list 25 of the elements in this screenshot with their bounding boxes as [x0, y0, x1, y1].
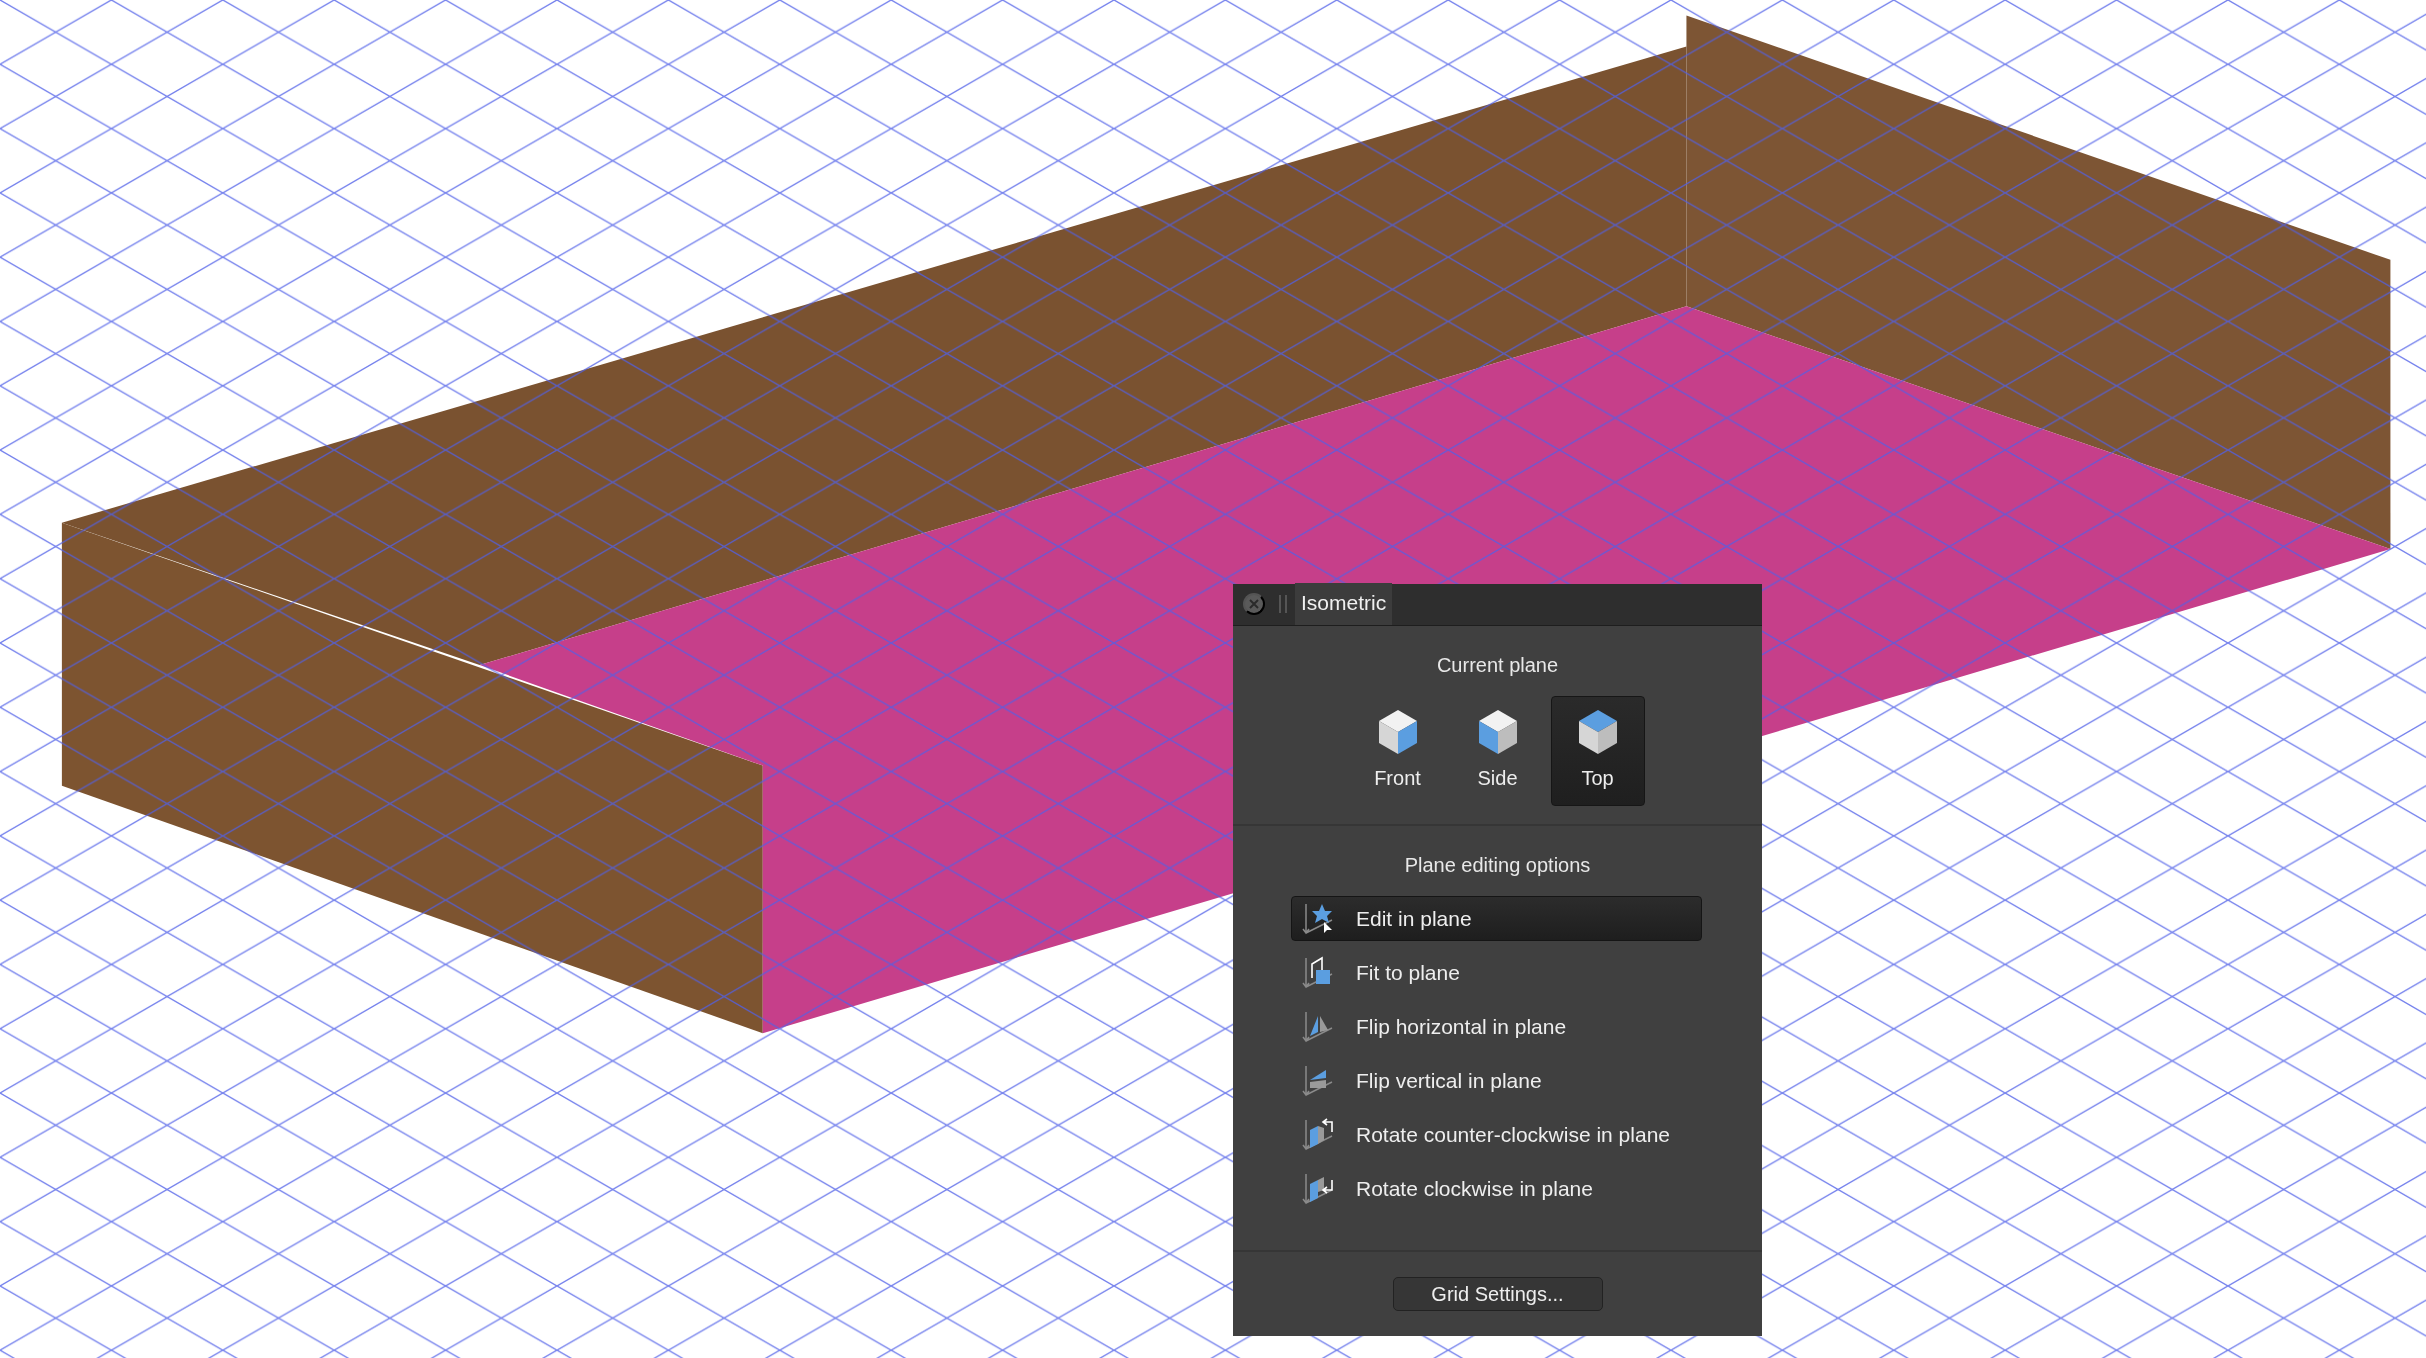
plane-option[interactable]: Rotate clockwise in plane — [1291, 1166, 1702, 1211]
flip-triangles-icon — [1302, 1063, 1334, 1098]
fit-square-icon — [1302, 955, 1334, 990]
star-cursor-icon — [1302, 901, 1334, 936]
plane-button[interactable]: Top — [1550, 696, 1645, 806]
close-icon — [1248, 598, 1260, 610]
plane-button[interactable]: Side — [1450, 696, 1545, 806]
cube-icon — [1577, 709, 1618, 755]
grid-settings-button[interactable]: Grid Settings... — [1392, 1277, 1603, 1311]
section-heading: Current plane — [1435, 653, 1560, 678]
grip-handle[interactable] — [1279, 595, 1287, 613]
cube-icon — [1377, 709, 1418, 755]
plane-option[interactable]: Edit in plane — [1291, 896, 1702, 941]
rotate-arrow-icon — [1302, 1171, 1334, 1206]
section-heading: Plane editing options — [1403, 853, 1592, 878]
plane-option[interactable]: Flip horizontal in plane — [1291, 1004, 1702, 1049]
cube-icon — [1477, 709, 1518, 755]
plane-option[interactable]: Flip vertical in plane — [1291, 1058, 1702, 1103]
flip-triangles-icon — [1302, 1009, 1334, 1044]
close-button[interactable] — [1243, 593, 1265, 615]
rotate-arrow-icon — [1302, 1117, 1334, 1152]
plane-button[interactable]: Front — [1350, 696, 1445, 806]
plane-option[interactable]: Fit to plane — [1291, 950, 1702, 995]
plane-option[interactable]: Rotate counter-clockwise in plane — [1291, 1112, 1702, 1157]
panel-tab[interactable]: Isometric — [1295, 582, 1393, 625]
